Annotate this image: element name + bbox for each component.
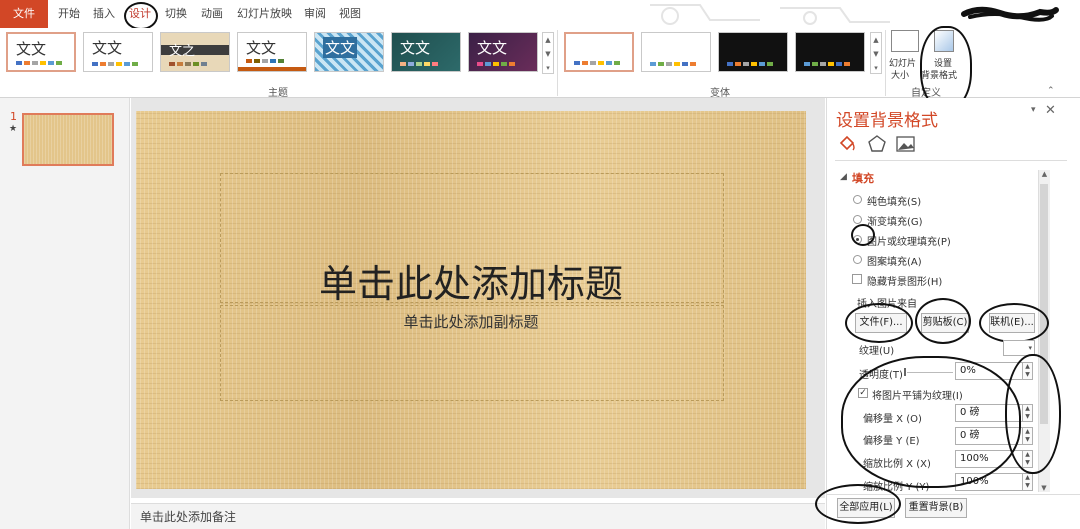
radio-pattern-fill[interactable] [853,255,862,264]
theme-5[interactable]: 文文 [314,32,384,72]
tab-animations[interactable]: 动画 [201,0,223,28]
theme-office[interactable]: 文文 [6,32,76,72]
group-label-theme: 主题 [268,88,288,99]
group-divider [557,30,558,96]
group-label-variant: 变体 [710,88,730,99]
label-solid-fill[interactable]: 纯色填充(S) [867,193,921,208]
theme-gallery-scroll[interactable]: ▲ ▼ ▾ [542,32,554,74]
theme-2[interactable]: 文文 [83,32,153,72]
label-picture-fill[interactable]: 图片或纹理填充(P) [867,233,951,248]
section-collapse-icon[interactable]: ◢ [840,172,847,182]
annotation-circle [915,298,971,344]
theme-4[interactable]: 文文 [237,32,307,72]
group-divider [885,30,886,96]
reset-background-button[interactable]: 重置背景(B) [905,498,967,518]
slide-size-label-2[interactable]: 大小 [891,68,909,81]
variant-gallery-scroll[interactable]: ▲ ▼ ▾ [870,32,882,74]
checkbox-hide-bg[interactable] [852,274,862,284]
theme-7[interactable]: 文文 [468,32,538,72]
divider [835,160,1067,161]
annotation-circle [851,224,875,246]
annotation-circle [1005,354,1061,474]
ribbon-tab-bar: 文件 开始 插入 设计 切换 动画 幻灯片放映 审阅 视图 [0,0,1080,30]
radio-gradient-fill[interactable] [853,215,862,224]
slide-editing-area: 单击此处添加标题 单击此处添加副标题 [131,98,825,498]
theme-sample-text: 文文 [16,40,47,58]
theme-sample-text: 文文 [400,39,431,57]
variant-3[interactable] [718,32,788,72]
title-placeholder-text[interactable]: 单击此处添加标题 [136,253,806,308]
decorative-pattern [650,4,890,25]
slide-canvas[interactable]: 单击此处添加标题 单击此处添加副标题 [136,111,806,489]
annotation-circle [979,303,1049,343]
tab-home[interactable]: 开始 [58,0,80,28]
fill-bucket-icon[interactable] [837,134,857,154]
theme-sample-text: 文文 [323,37,358,58]
subtitle-placeholder-text[interactable]: 单击此处添加副标题 [136,311,806,332]
label-pattern-fill[interactable]: 图案填充(A) [867,253,922,268]
close-icon[interactable]: ✕ [1045,103,1056,118]
slide-size-icon[interactable] [891,30,919,52]
annotation-circle [841,356,1021,488]
theme-stripe [238,67,306,71]
label-hide-bg[interactable]: 隐藏背景图形(H) [867,273,942,288]
label-gradient-fill[interactable]: 渐变填充(G) [867,213,923,228]
variant-1[interactable] [564,32,634,72]
label-texture: 纹理(U) [859,346,895,357]
annotation-circle [815,484,901,524]
format-background-pane: 设置背景格式 ▾ ✕ ▲ ▼ ◢ 填充 纯色填充(S) 渐变填充(G) 图片或纹… [815,98,1080,529]
slide-thumbnail-pane: 1 ★ [0,98,130,529]
scale-y-spinner[interactable]: ▲ ▼ [1023,473,1033,491]
theme-sample-text: 文文 [477,39,508,57]
theme-sample-text: 文之 [169,44,196,59]
redacted-account-icon [961,6,1059,22]
theme-6[interactable]: 文文 [391,32,461,72]
annotation-circle [845,303,913,343]
pane-options-icon[interactable]: ▾ [1031,105,1036,115]
tab-insert[interactable]: 插入 [93,0,115,28]
tab-slideshow[interactable]: 幻灯片放映 [237,0,292,28]
pane-title: 设置背景格式 [836,111,938,131]
tab-transitions[interactable]: 切换 [165,0,187,28]
notes-pane[interactable]: 单击此处添加备注 [131,503,825,529]
tab-view[interactable]: 视图 [339,0,361,28]
theme-3[interactable]: 文之 [160,32,230,72]
section-fill-header[interactable]: 填充 [852,170,874,186]
slide-number: 1 [10,110,17,123]
animation-star-icon: ★ [9,124,18,134]
theme-sample-text: 文文 [92,39,123,57]
variant-2[interactable] [641,32,711,72]
tab-review[interactable]: 审阅 [304,0,326,28]
theme-sample-text: 文文 [246,39,277,57]
ribbon: 文文 文文 文之 文文 文文 文文 文文 ▲ ▼ ▾ 主题 ▲ ▼ ▾ 变体 幻… [0,26,1080,110]
powerpoint-window: 文件 开始 插入 设计 切换 动画 幻灯片放映 审阅 视图 文文 文文 文之 文… [0,0,1080,529]
picture-icon[interactable] [895,134,917,154]
effects-pentagon-icon[interactable] [867,134,887,154]
tab-file[interactable]: 文件 [0,0,48,28]
slide-thumbnail[interactable] [22,113,114,166]
collapse-ribbon-icon[interactable]: ⌃ [1047,86,1055,96]
radio-solid-fill[interactable] [853,195,862,204]
variant-4[interactable] [795,32,865,72]
annotation-circle [124,2,158,30]
